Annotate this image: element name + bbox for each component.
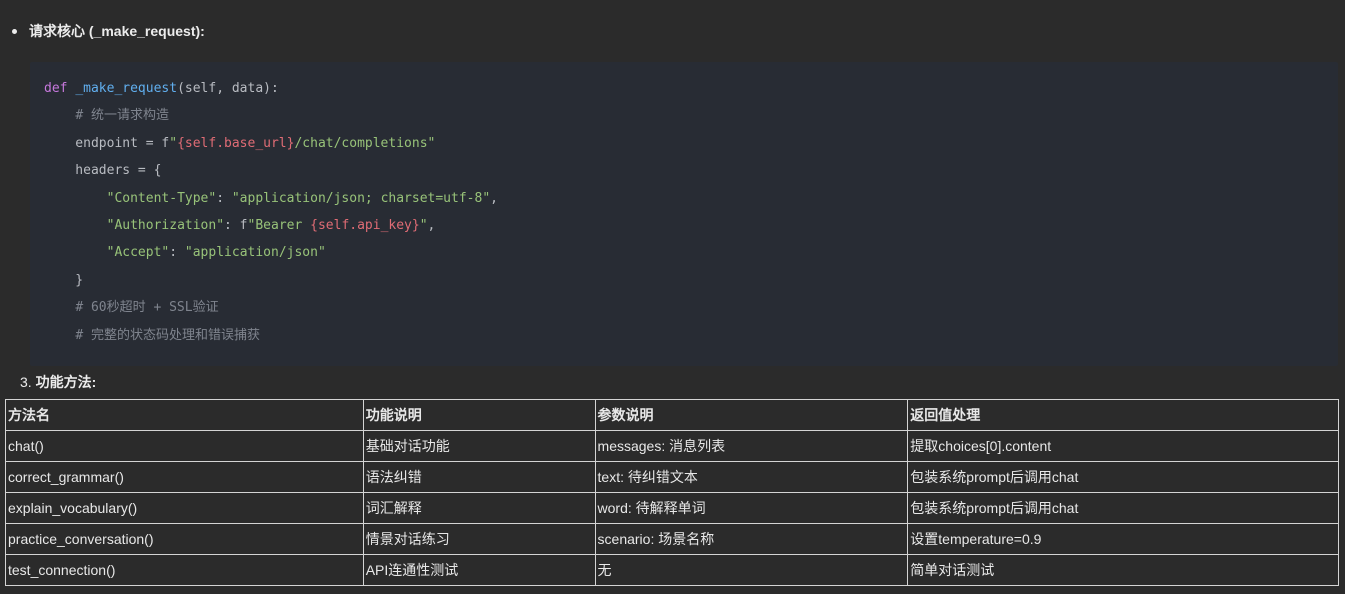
code-token: "application/json" [184,245,326,261]
code-token: def [44,81,68,96]
cell-function-desc: 语法纠错 [362,461,596,493]
bullet-label: 请求核心 (_make_request): [29,23,205,39]
table-row: correct_grammar() 语法纠错 text: 待纠错文本 包装系统p… [5,461,1339,493]
code-line: endpoint = f"{self.base_url}/chat/comple… [44,134,1338,161]
cell-return-handling: 包装系统prompt后调用chat [907,492,1339,524]
cell-param-desc: scenario: 场景名称 [594,523,909,555]
cell-return-handling: 设置temperature=0.9 [907,523,1339,555]
code-line: # 完整的状态码处理和错误捕获 [44,326,1338,353]
table-row: practice_conversation() 情景对话练习 scenario:… [5,523,1339,555]
code-token: {self.base_url} [177,135,295,151]
code-token: # 统一请求构造 [75,108,169,124]
cell-return-handling: 提取choices[0].content [907,430,1339,462]
section-title: 功能方法: [35,374,97,390]
code-line: } [44,271,1338,298]
header-return-handling: 返回值处理 [907,399,1339,431]
section-number: 3. [20,374,32,390]
code-line: def _make_request(self, data): [44,79,1338,106]
cell-function-desc: API连通性测试 [362,554,596,586]
code-token: "Content-Type" [106,190,217,206]
code-line: "Accept": "application/json" [44,243,1338,270]
code-token: # 完整的状态码处理和错误捕获 [75,327,260,343]
cell-function-desc: 词汇解释 [362,492,596,524]
bullet-item: 请求核心 (_make_request): [10,21,205,41]
code-token: "Authorization" [106,217,225,233]
section-heading: 3. 功能方法: [20,372,96,392]
code-token: # 60秒超时 + SSL验证 [75,300,219,316]
cell-method-name: explain_vocabulary() [5,492,364,524]
methods-table: 方法名 功能说明 参数说明 返回值处理 chat() 基础对话功能 messag… [5,399,1339,586]
code-token: "application/json; charset=utf-8" [231,190,491,206]
cell-method-name: practice_conversation() [5,523,364,555]
cell-param-desc: text: 待纠错文本 [594,461,909,493]
cell-param-desc: 无 [594,554,909,586]
bullet-dot-icon [12,28,17,34]
code-token: } [44,272,84,288]
code-line: # 60秒超时 + SSL验证 [44,298,1338,325]
cell-return-handling: 简单对话测试 [907,554,1339,586]
cell-param-desc: messages: 消息列表 [594,430,909,462]
header-function-desc: 功能说明 [362,399,596,431]
code-token: endpoint = f [44,135,170,151]
table-row: chat() 基础对话功能 messages: 消息列表 提取choices[0… [5,430,1339,462]
code-token: _make_request [75,81,178,96]
table-row: test_connection() API连通性测试 无 简单对话测试 [5,554,1339,586]
header-method-name: 方法名 [5,399,364,431]
cell-method-name: correct_grammar() [5,461,364,493]
code-token: "Accept" [106,245,170,261]
code-line: # 统一请求构造 [44,106,1338,133]
code-token: , [490,190,498,206]
cell-method-name: chat() [5,430,364,462]
cell-function-desc: 情景对话练习 [362,523,596,555]
header-param-desc: 参数说明 [594,399,909,431]
code-token: (self, data): [177,81,279,96]
code-token: : f [224,217,248,233]
cell-method-name: test_connection() [5,554,364,586]
code-token: " [419,217,428,233]
code-token: : [169,245,185,261]
code-token: , [427,217,436,233]
table-header-row: 方法名 功能说明 参数说明 返回值处理 [5,399,1339,431]
code-token: headers = { [44,163,162,179]
cell-param-desc: word: 待解释单词 [594,492,909,524]
code-token: {self.api_key} [310,217,420,233]
code-line: "Authorization": f"Bearer {self.api_key}… [44,216,1338,243]
code-token: /chat/completions" [294,135,436,151]
code-block: def _make_request(self, data): # 统一请求构造 … [30,62,1338,366]
cell-function-desc: 基础对话功能 [362,430,596,462]
document-page: 请求核心 (_make_request): def _make_request(… [0,0,1345,594]
code-token: : [216,190,232,206]
code-line: "Content-Type": "application/json; chars… [44,189,1338,216]
code-token: "Bearer [247,217,311,233]
table-row: explain_vocabulary() 词汇解释 word: 待解释单词 包装… [5,492,1339,524]
code-token: " [169,135,178,151]
code-line: headers = { [44,161,1338,188]
cell-return-handling: 包装系统prompt后调用chat [907,461,1339,493]
